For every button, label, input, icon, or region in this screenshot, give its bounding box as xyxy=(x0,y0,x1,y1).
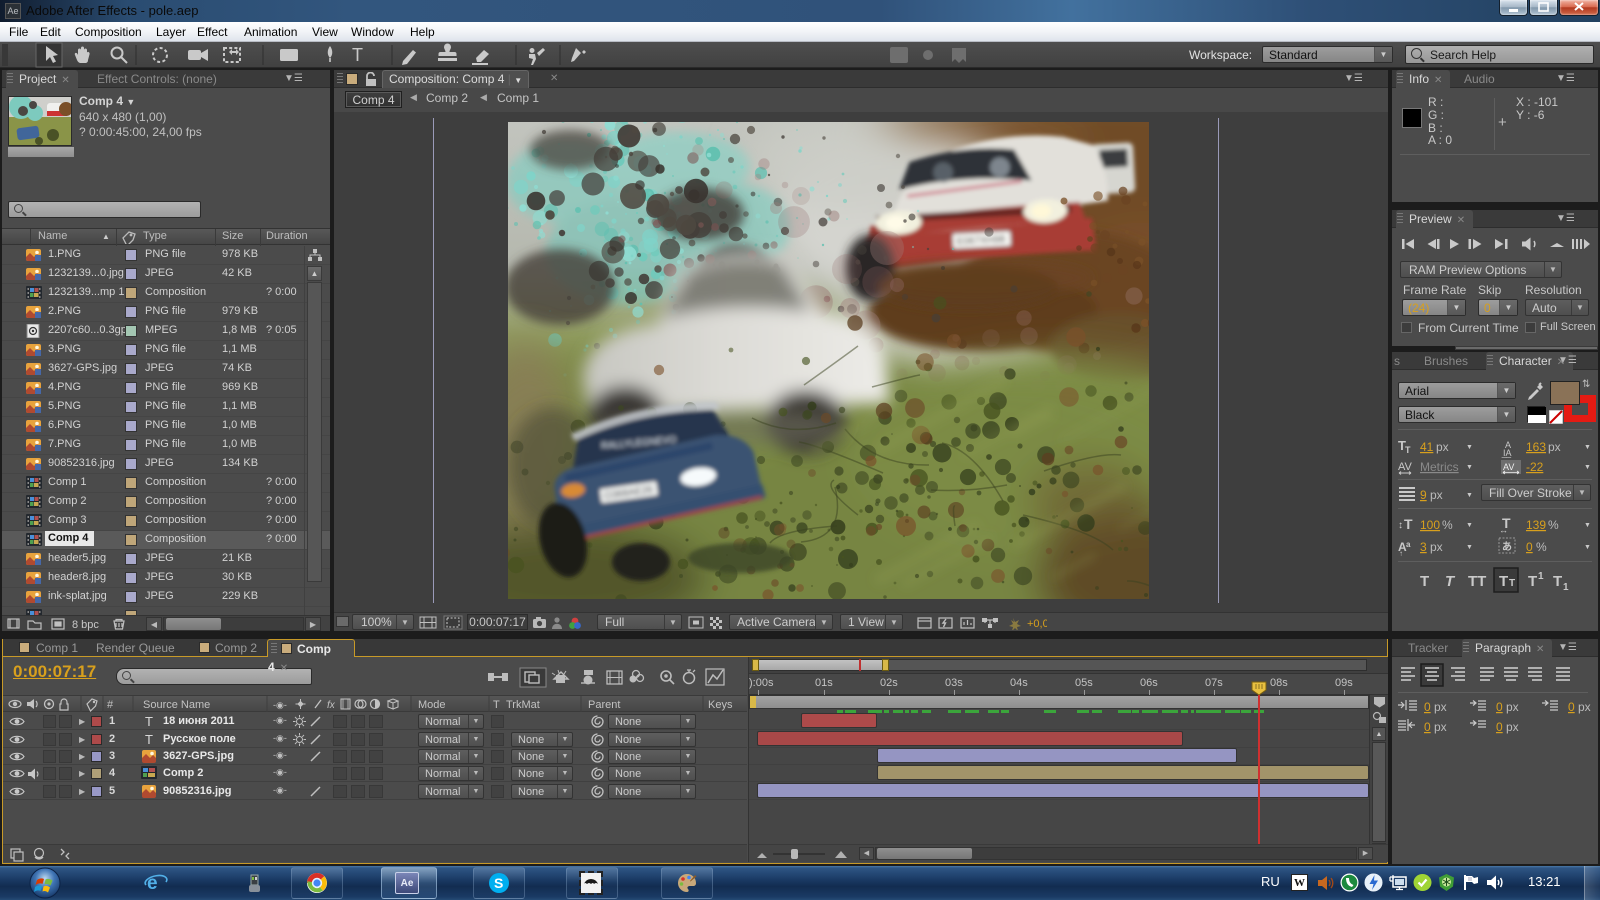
svg-text:S: S xyxy=(494,875,503,891)
svg-text:139: 139 xyxy=(1526,518,1546,532)
svg-text:Metrics: Metrics xyxy=(1420,460,1459,474)
svg-text:AV: AV xyxy=(1503,462,1514,472)
svg-text:あ: あ xyxy=(1502,540,1512,553)
svg-text:T: T xyxy=(1528,573,1537,590)
svg-text:px: px xyxy=(1506,720,1519,734)
svg-text:I̲A̲: I̲A̲ xyxy=(1501,448,1511,458)
svg-text:9: 9 xyxy=(1420,488,1427,502)
svg-text:px: px xyxy=(1434,720,1447,734)
svg-text:AV: AV xyxy=(1398,461,1413,473)
svg-text:px: px xyxy=(1436,440,1449,454)
svg-text:px: px xyxy=(1506,700,1519,714)
svg-text:▼: ▼ xyxy=(1466,492,1473,499)
svg-text:fx: fx xyxy=(327,700,336,711)
svg-text:↑: ↑ xyxy=(1399,549,1403,556)
svg-text:▼: ▼ xyxy=(1466,464,1473,471)
svg-text:T: T xyxy=(1420,573,1429,590)
svg-text:▼: ▼ xyxy=(1584,444,1591,451)
svg-text:#: # xyxy=(107,699,114,711)
svg-text:3: 3 xyxy=(1420,540,1427,554)
svg-text:100: 100 xyxy=(1420,518,1440,532)
svg-text:0: 0 xyxy=(1496,700,1503,714)
svg-text:Keys: Keys xyxy=(708,699,733,711)
svg-text:%: % xyxy=(1536,540,1547,554)
svg-text:▼: ▼ xyxy=(1466,444,1473,451)
svg-text:0: 0 xyxy=(1526,540,1533,554)
svg-text:▼: ▼ xyxy=(1584,544,1591,551)
svg-text:a: a xyxy=(1406,540,1411,549)
svg-text:T: T xyxy=(1404,516,1413,532)
svg-text:px: px xyxy=(1548,440,1561,454)
svg-text:▼: ▼ xyxy=(1466,522,1473,529)
svg-text:TT: TT xyxy=(1468,573,1486,590)
svg-text:163: 163 xyxy=(1526,440,1546,454)
svg-text:-◉-: -◉- xyxy=(273,700,287,710)
svg-text:▼: ▼ xyxy=(1584,464,1591,471)
svg-text:41: 41 xyxy=(1420,440,1434,454)
svg-text:T: T xyxy=(1553,573,1562,590)
svg-text:T: T xyxy=(1405,445,1411,455)
svg-text:0: 0 xyxy=(1496,720,1503,734)
svg-text:px: px xyxy=(1578,700,1591,714)
svg-text:↔: ↔ xyxy=(1499,525,1508,535)
svg-text:T: T xyxy=(1509,578,1515,589)
svg-text:0: 0 xyxy=(1568,700,1575,714)
svg-text:0: 0 xyxy=(1424,720,1431,734)
svg-text:0: 0 xyxy=(1424,700,1431,714)
svg-text:1: 1 xyxy=(1538,571,1544,582)
svg-text:Workspace:: Workspace: xyxy=(1189,48,1252,62)
svg-text:TrkMat: TrkMat xyxy=(506,699,540,711)
svg-text:8 bpc: 8 bpc xyxy=(72,619,99,631)
svg-text:1: 1 xyxy=(1563,582,1569,593)
svg-text:px: px xyxy=(1430,540,1443,554)
svg-text:+0,0: +0,0 xyxy=(1027,618,1047,630)
svg-text:%: % xyxy=(1442,518,1453,532)
svg-text:T: T xyxy=(145,732,153,746)
svg-text:%: % xyxy=(1548,518,1559,532)
svg-text:T: T xyxy=(352,45,363,65)
svg-text:px: px xyxy=(1430,488,1443,502)
svg-text:↕: ↕ xyxy=(1398,520,1403,531)
svg-text:T: T xyxy=(1499,573,1508,590)
svg-text:T: T xyxy=(145,714,153,728)
svg-text:▼: ▼ xyxy=(1466,544,1473,551)
svg-text:▼: ▼ xyxy=(1584,522,1591,529)
svg-text:Source Name: Source Name xyxy=(143,699,210,711)
svg-text:T: T xyxy=(1445,573,1456,590)
svg-text:px: px xyxy=(1434,700,1447,714)
svg-text:-22: -22 xyxy=(1526,460,1544,474)
svg-text:Parent: Parent xyxy=(588,699,620,711)
svg-text:T: T xyxy=(493,699,500,711)
svg-text:Mode: Mode xyxy=(418,699,446,711)
